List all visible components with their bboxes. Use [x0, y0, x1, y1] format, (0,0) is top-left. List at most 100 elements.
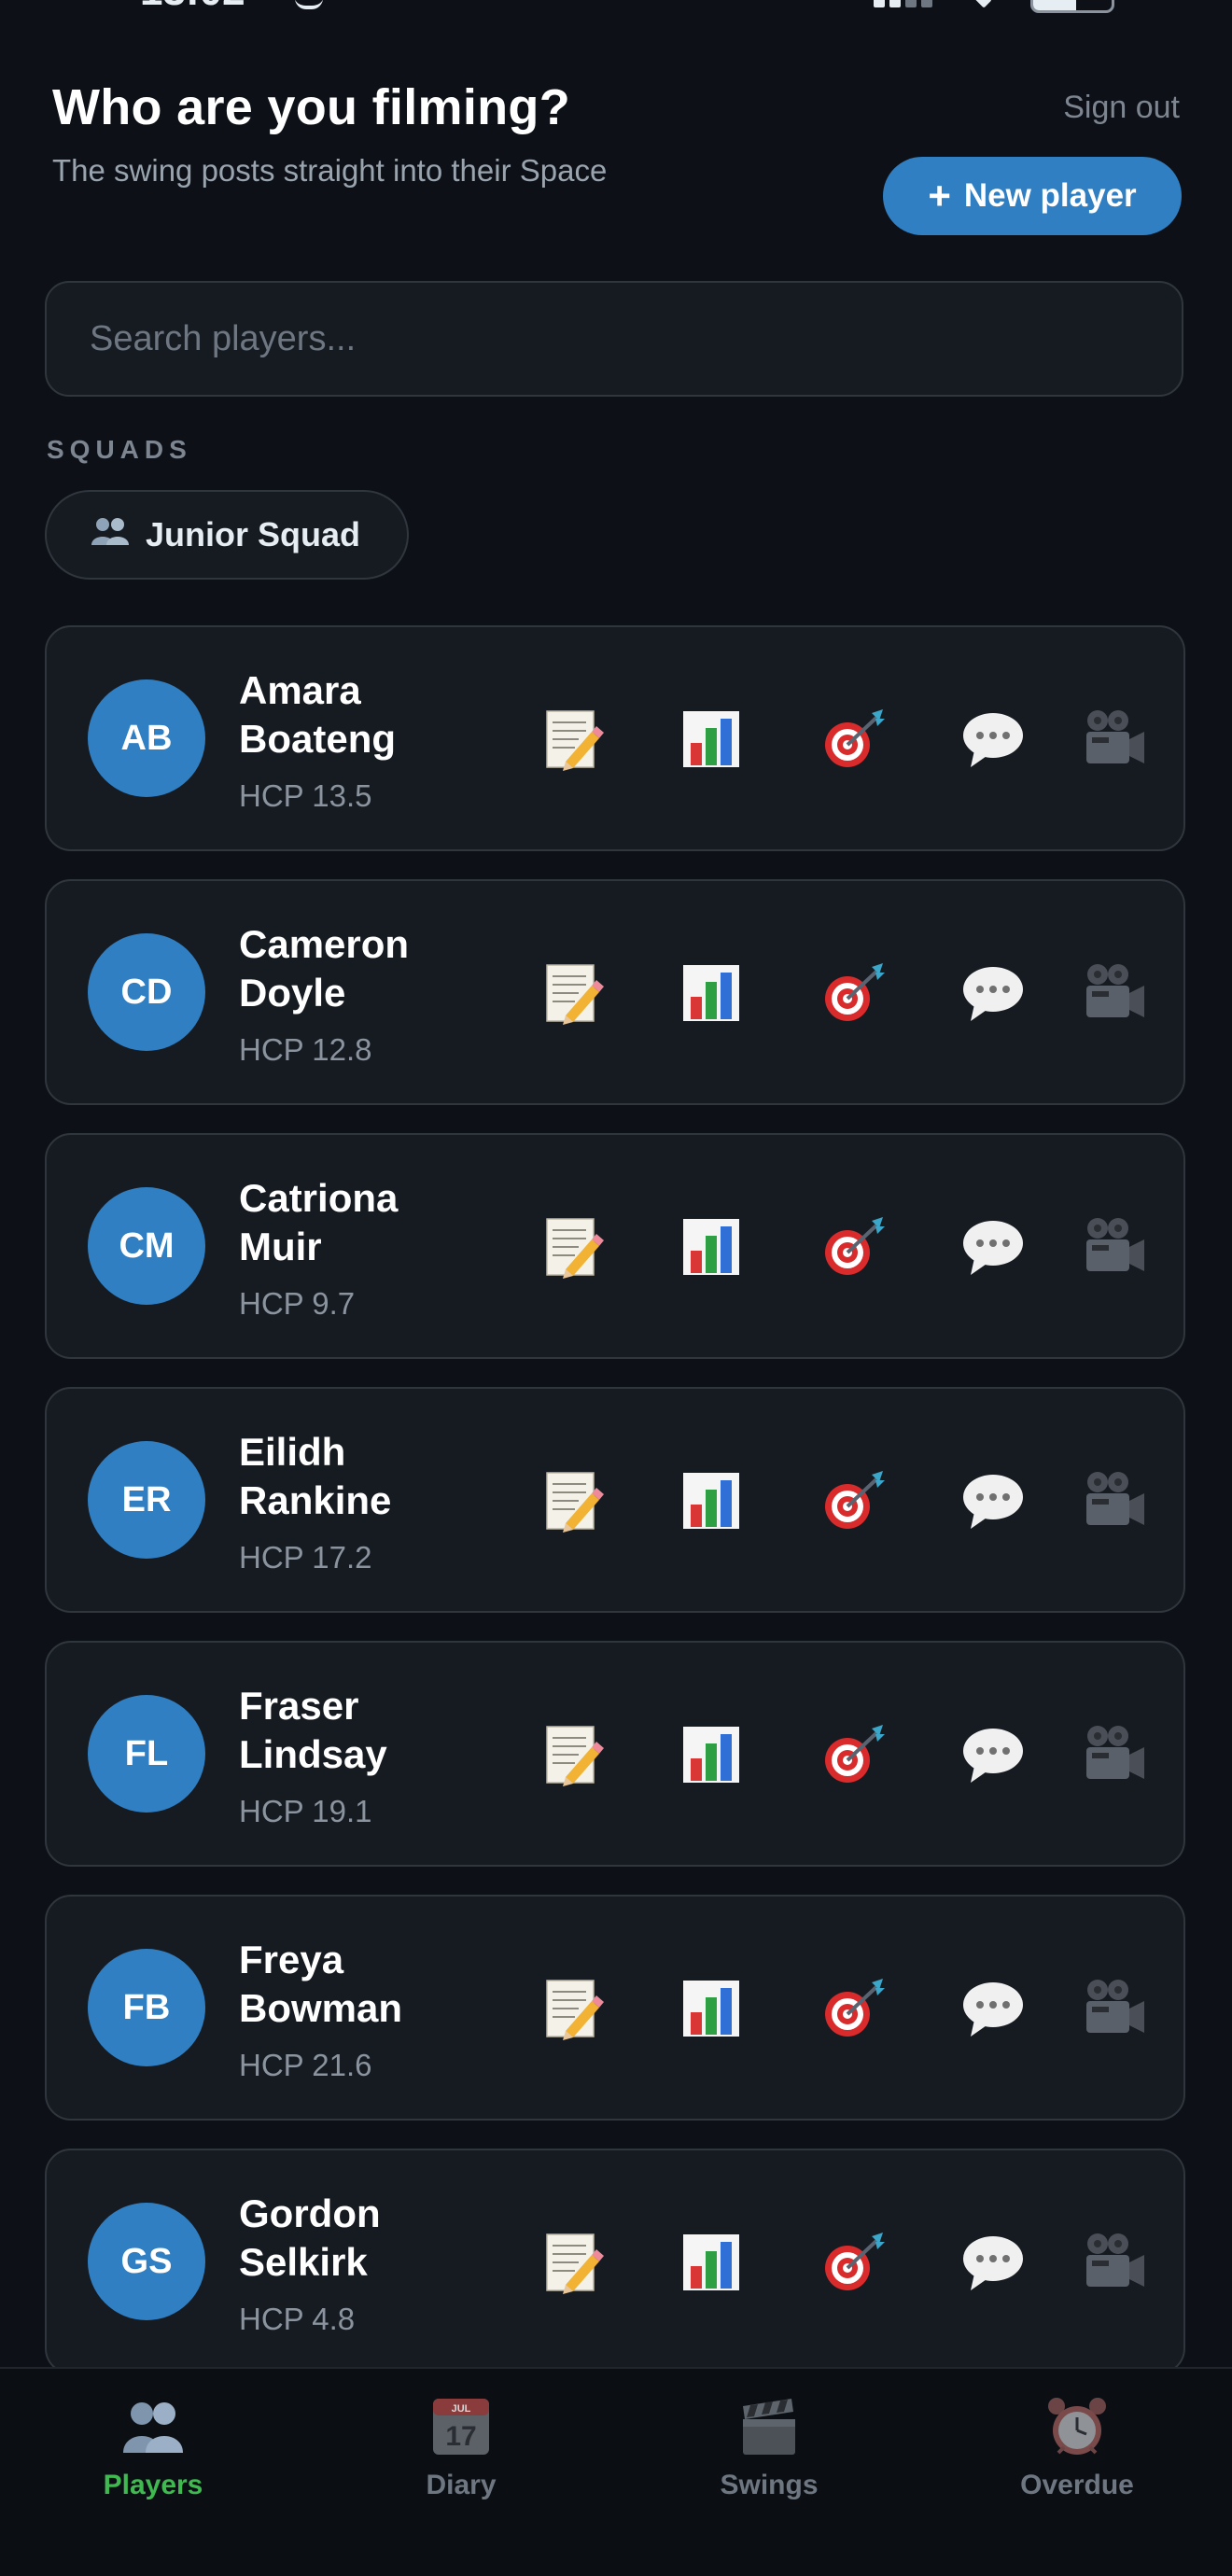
stats-icon[interactable] [670, 952, 752, 1034]
player-name: Gordon Selkirk [239, 2190, 472, 2287]
chat-icon[interactable] [952, 1714, 1034, 1796]
new-player-button[interactable]: + New player [883, 157, 1182, 235]
player-first-name: Freya [239, 1938, 344, 1981]
player-name: Freya Bowman [239, 1936, 472, 2033]
stats-icon[interactable] [670, 1206, 752, 1288]
nav-players[interactable]: Players [13, 2393, 293, 2524]
nav-players-label: Players [103, 2470, 203, 2500]
target-icon[interactable] [812, 2221, 894, 2303]
player-last-name: Lindsay [239, 1732, 387, 1776]
chat-icon[interactable] [952, 2221, 1034, 2303]
chat-icon[interactable] [952, 1967, 1034, 2050]
player-name: Fraser Lindsay [239, 1682, 472, 1779]
player-name: Amara Boateng [239, 666, 472, 763]
chat-icon[interactable] [952, 952, 1034, 1034]
player-first-name: Gordon [239, 2191, 381, 2235]
player-name: Eilidh Rankine [239, 1428, 472, 1525]
player-first-name: Amara [239, 668, 361, 712]
stats-icon[interactable] [670, 698, 752, 780]
sign-out-link[interactable]: Sign out [1063, 90, 1180, 126]
signal-bar-icon [921, 0, 932, 7]
target-icon[interactable] [812, 1206, 894, 1288]
people-icon [90, 515, 131, 555]
target-icon[interactable] [812, 952, 894, 1034]
player-first-name: Catriona [239, 1176, 399, 1220]
battery-icon [1030, 0, 1114, 13]
player-last-name: Muir [239, 1225, 322, 1268]
player-last-name: Bowman [239, 1986, 403, 2030]
plus-icon: + [928, 174, 951, 217]
video-camera-icon[interactable] [1073, 1967, 1155, 2050]
player-card[interactable]: GS Gordon Selkirk HCP 4.8 [45, 2149, 1185, 2374]
avatar: FL [88, 1695, 205, 1813]
player-first-name: Eilidh [239, 1430, 346, 1474]
player-handicap: HCP 17.2 [239, 1540, 372, 1575]
video-camera-icon[interactable] [1073, 952, 1155, 1034]
target-icon[interactable] [812, 698, 894, 780]
new-player-label: New player [963, 177, 1137, 214]
silent-bell-icon [295, 0, 323, 9]
avatar: FB [88, 1949, 205, 2066]
notes-icon[interactable] [530, 698, 612, 780]
avatar: GS [88, 2203, 205, 2320]
people-icon [123, 2402, 183, 2453]
player-name: Catriona Muir [239, 1174, 472, 1271]
player-card[interactable]: ER Eilidh Rankine HCP 17.2 [45, 1387, 1185, 1613]
player-first-name: Fraser [239, 1684, 359, 1728]
stats-icon[interactable] [670, 1460, 752, 1542]
notes-icon[interactable] [530, 1460, 612, 1542]
video-camera-icon[interactable] [1073, 2221, 1155, 2303]
nav-diary-label: Diary [426, 2470, 497, 2500]
search-input[interactable] [88, 317, 1182, 360]
avatar: AB [88, 679, 205, 797]
player-name: Cameron Doyle [239, 920, 472, 1017]
player-card[interactable]: AB Amara Boateng HCP 13.5 [45, 625, 1185, 851]
player-card[interactable]: CD Cameron Doyle HCP 12.8 [45, 879, 1185, 1105]
player-card[interactable]: FB Freya Bowman HCP 21.6 [45, 1895, 1185, 2121]
nav-overdue-label: Overdue [1020, 2470, 1134, 2500]
player-handicap: HCP 19.1 [239, 1794, 372, 1828]
stats-icon[interactable] [670, 2221, 752, 2303]
avatar: CD [88, 933, 205, 1051]
nav-overdue[interactable]: Overdue [937, 2393, 1217, 2524]
calendar-icon: JUL 17 [433, 2399, 489, 2455]
squads-section-label: SQUADS [47, 435, 192, 464]
player-handicap: HCP 9.7 [239, 1286, 356, 1321]
alarm-clock-icon [1048, 2398, 1106, 2455]
nav-diary[interactable]: JUL 17 Diary [321, 2393, 601, 2524]
video-camera-icon[interactable] [1073, 1206, 1155, 1288]
squad-chip-junior[interactable]: Junior Squad [45, 490, 409, 580]
page-title: Who are you filming? [52, 79, 570, 135]
signal-bar-icon [905, 0, 917, 7]
notes-icon[interactable] [530, 1206, 612, 1288]
stats-icon[interactable] [670, 1714, 752, 1796]
clapperboard-icon [743, 2399, 795, 2455]
notes-icon[interactable] [530, 1967, 612, 2050]
target-icon[interactable] [812, 1967, 894, 2050]
target-icon[interactable] [812, 1714, 894, 1796]
video-camera-icon[interactable] [1073, 698, 1155, 780]
status-bar: 13:02 [0, 0, 1232, 15]
notes-icon[interactable] [530, 2221, 612, 2303]
notes-icon[interactable] [530, 952, 612, 1034]
target-icon[interactable] [812, 1460, 894, 1542]
chat-icon[interactable] [952, 1206, 1034, 1288]
calendar-day: 17 [445, 2421, 476, 2452]
video-camera-icon[interactable] [1073, 1460, 1155, 1542]
player-card[interactable]: FL Fraser Lindsay HCP 19.1 [45, 1641, 1185, 1867]
player-first-name: Cameron [239, 922, 410, 966]
player-handicap: HCP 13.5 [239, 778, 372, 813]
player-last-name: Doyle [239, 971, 346, 1015]
stats-icon[interactable] [670, 1967, 752, 2050]
nav-swings[interactable]: Swings [629, 2393, 909, 2524]
chat-icon[interactable] [952, 1460, 1034, 1542]
chat-icon[interactable] [952, 698, 1034, 780]
signal-bar-icon [889, 0, 901, 7]
signal-icon [874, 0, 885, 7]
nav-swings-label: Swings [720, 2470, 819, 2500]
player-card[interactable]: CM Catriona Muir HCP 9.7 [45, 1133, 1185, 1359]
video-camera-icon[interactable] [1073, 1714, 1155, 1796]
calendar-month: JUL [452, 2403, 471, 2415]
notes-icon[interactable] [530, 1714, 612, 1796]
avatar: CM [88, 1187, 205, 1305]
